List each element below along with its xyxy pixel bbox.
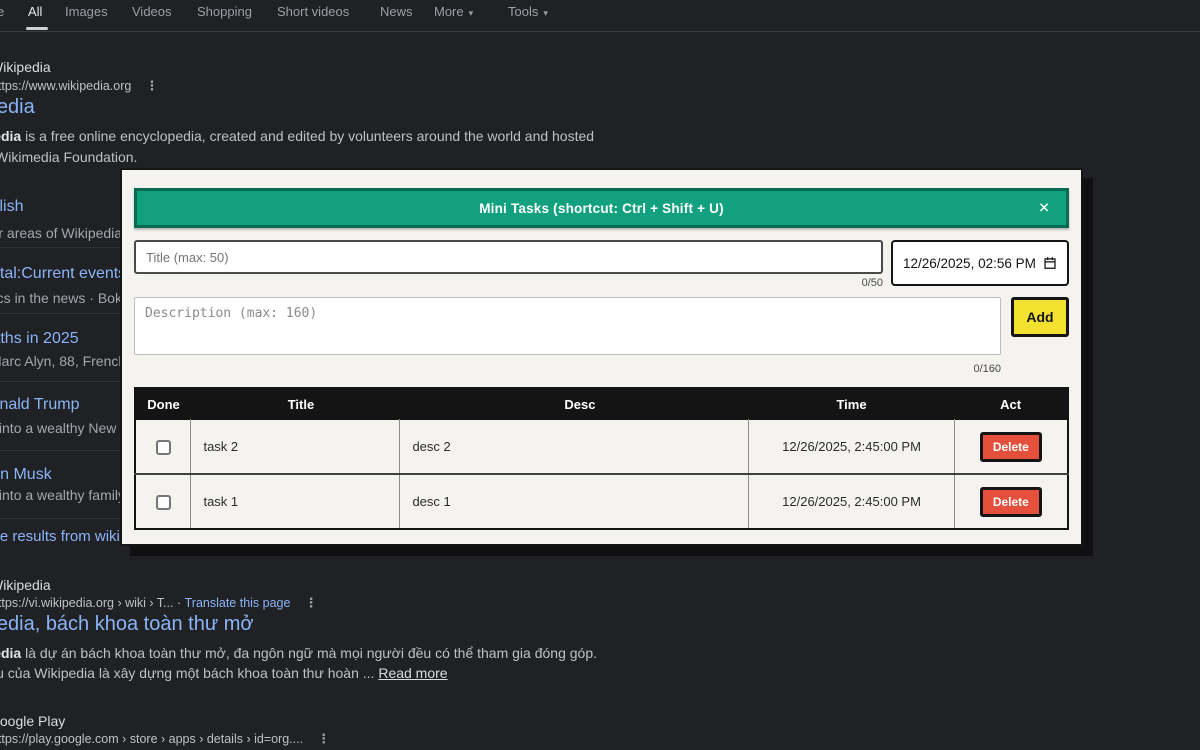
title-char-counter: 0/50 [134, 277, 883, 289]
chevron-down-icon: ▾ [543, 8, 548, 18]
close-icon[interactable]: ✕ [1038, 200, 1050, 217]
calendar-icon [1043, 256, 1057, 270]
tab-images[interactable]: Images [65, 4, 108, 19]
result-snippet: Mục tiêu của Wikipedia là xây dựng một b… [0, 665, 448, 681]
sitelink-title[interactable]: Deaths in 2025 [0, 330, 79, 348]
tab-fragment: e [0, 4, 4, 19]
task-title-cell: task 2 [191, 420, 400, 475]
sitelink-subtitle: Other areas of Wikipedia [0, 225, 122, 241]
tab-news[interactable]: News [380, 4, 413, 19]
more-options-icon[interactable]: ⋮ [317, 731, 330, 746]
modal-header: Mini Tasks (shortcut: Ctrl + Shift + U) … [134, 188, 1069, 228]
tab-short-videos[interactable]: Short videos [277, 4, 349, 19]
mini-tasks-modal: Mini Tasks (shortcut: Ctrl + Shift + U) … [120, 168, 1083, 546]
result-title-link[interactable]: Wikipedia, bách khoa toàn thư mở [0, 613, 254, 636]
tab-tools[interactable]: Tools▾ [508, 4, 548, 19]
result-url: https://vi.wikipedia.org › wiki › T... ·… [0, 595, 317, 611]
modal-title: Mini Tasks (shortcut: Ctrl + Shift + U) [479, 201, 724, 216]
result-snippet: by the Wikimedia Foundation. [0, 149, 137, 165]
table-row: task 2 desc 2 12/26/2025, 2:45:00 PM Del… [135, 420, 1068, 475]
task-desc-cell: desc 1 [400, 474, 749, 529]
chevron-down-icon: ▾ [469, 8, 474, 18]
add-task-button[interactable]: Add [1011, 297, 1069, 337]
sitelink-title[interactable]: English [0, 198, 23, 216]
result-source: Wikipedia [0, 577, 51, 593]
table-header-row: Done Title Desc Time Act [135, 388, 1068, 420]
delete-task-button[interactable]: Delete [980, 432, 1042, 462]
task-title-input[interactable] [134, 240, 883, 274]
sitelink-title[interactable]: Portal:Current events [0, 265, 126, 283]
table-row: task 1 desc 1 12/26/2025, 2:45:00 PM Del… [135, 474, 1068, 529]
tab-videos[interactable]: Videos [132, 4, 172, 19]
active-tab-underline [26, 27, 48, 30]
more-options-icon[interactable]: ⋮ [145, 78, 158, 93]
read-more-link[interactable]: Read more [378, 665, 447, 681]
result-source: Google Play [0, 713, 65, 729]
sitelink-subtitle: born into a wealthy family [0, 487, 125, 503]
result-snippet: Wikipedia is a free online encyclopedia,… [0, 128, 594, 144]
sitelink-subtitle: Topics in the news · Bok [0, 290, 122, 306]
sitelink-title[interactable]: Elon Musk [0, 466, 52, 484]
result-title-link[interactable]: Wikipedia [0, 96, 35, 119]
delete-task-button[interactable]: Delete [980, 487, 1042, 517]
col-header-title: Title [191, 388, 400, 420]
task-time-cell: 12/26/2025, 2:45:00 PM [749, 474, 954, 529]
more-options-icon[interactable]: ⋮ [304, 595, 317, 610]
sitelink-subtitle: Marc Alyn, 88, French [0, 353, 126, 369]
result-url: https://play.google.com › store › apps ›… [0, 731, 330, 747]
task-done-checkbox[interactable] [156, 495, 171, 510]
sitelink-title[interactable]: Donald Trump [0, 396, 80, 414]
task-desc-cell: desc 2 [400, 420, 749, 475]
tab-more[interactable]: More▾ [434, 4, 473, 19]
tasks-table: Done Title Desc Time Act task 2 desc 2 1… [134, 387, 1069, 530]
task-time-cell: 12/26/2025, 2:45:00 PM [749, 420, 954, 475]
task-description-input[interactable] [134, 297, 1001, 355]
tab-shopping[interactable]: Shopping [197, 4, 252, 19]
result-url: https://www.wikipedia.org⋮ [0, 78, 158, 94]
col-header-act: Act [954, 388, 1068, 420]
search-nav-bar: e All Images Videos Shopping Short video… [0, 0, 1200, 32]
result-snippet: Wikipedia là dự án bách khoa toàn thư mở… [0, 645, 597, 661]
tab-all[interactable]: All [28, 4, 42, 19]
col-header-done: Done [135, 388, 191, 420]
translate-link[interactable]: Translate this page [185, 596, 291, 610]
col-header-time: Time [749, 388, 954, 420]
result-source: Wikipedia [0, 59, 51, 75]
description-char-counter: 0/160 [134, 363, 1001, 375]
task-done-checkbox[interactable] [156, 440, 171, 455]
nav-divider [0, 31, 1200, 32]
col-header-desc: Desc [400, 388, 749, 420]
datetime-value: 12/26/2025, 02:56 PM [903, 256, 1036, 271]
task-title-cell: task 1 [191, 474, 400, 529]
datetime-input[interactable]: 12/26/2025, 02:56 PM [891, 240, 1069, 286]
